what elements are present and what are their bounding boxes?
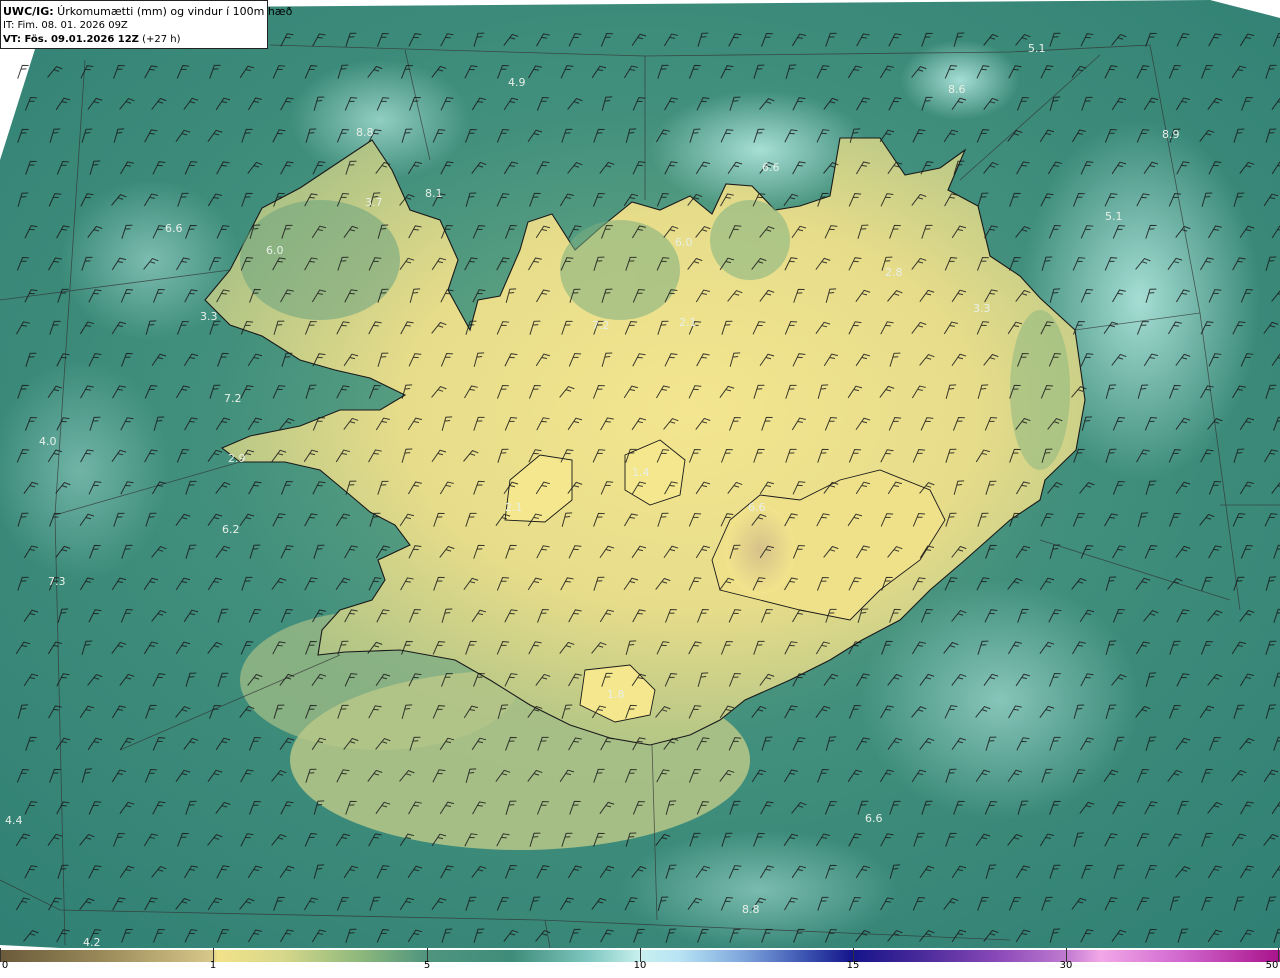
map-value-label: 6.6 xyxy=(865,812,883,825)
colorbar-tick-label: 5 xyxy=(423,960,431,971)
map-value-label: 8.9 xyxy=(1162,128,1180,141)
map-value-label: 1.4 xyxy=(632,466,650,479)
map-area[interactable]: 5.1 4.9 8.6 8.9 8.8 6.6 3.7 8.1 5.1 6.6 6.0 6.0 2.8 3… xyxy=(0,0,1280,948)
map-value-label: 4.2 xyxy=(83,936,101,948)
map-value-label: 7.2 xyxy=(224,392,242,405)
map-value-label: 3.3 xyxy=(973,302,991,315)
precipitation-map: 5.1 4.9 8.6 8.9 8.8 6.6 3.7 8.1 5.1 6.6 6.0 6.0 2.8 3… xyxy=(0,0,1280,948)
map-value-label: 2.8 xyxy=(885,266,903,279)
map-value-label: 2.1 xyxy=(679,316,697,329)
valid-time: VT: Fös. 09.01.2026 12Z xyxy=(3,34,139,45)
colorbar-tick-label: 30 xyxy=(1059,960,1073,971)
map-value-label: 8.8 xyxy=(742,903,760,916)
map-value-label: 6.6 xyxy=(762,161,780,174)
map-value-label: 6.2 xyxy=(222,523,240,536)
colorbar-tick-label: 15 xyxy=(846,960,860,971)
initial-time: IT: Fim. 08. 01. 2026 09Z xyxy=(3,20,128,31)
map-value-label: 5.1 xyxy=(1028,42,1046,55)
colorbar-tick-label: 10 xyxy=(633,960,647,971)
map-value-label: 8.8 xyxy=(356,126,374,139)
colorbar-tick-label: 1 xyxy=(209,960,217,971)
map-value-label: 6.0 xyxy=(266,244,284,257)
map-value-label: 4.0 xyxy=(39,435,57,448)
forecast-lead: (+27 h) xyxy=(138,34,181,45)
map-value-label: 2.9 xyxy=(228,452,246,465)
map-value-label: 5.1 xyxy=(1105,210,1123,223)
map-value-label: 6.6 xyxy=(748,501,766,514)
map-value-label: 8.1 xyxy=(425,187,443,200)
map-value-label: 4.9 xyxy=(508,76,526,89)
map-value-label: 6.6 xyxy=(165,222,183,235)
map-title: Úrkomumætti (mm) og vindur í 100m hæð xyxy=(53,5,293,18)
map-value-label: 8.6 xyxy=(948,83,966,96)
map-info-box: UWC/IG: Úrkomumætti (mm) og vindur í 100… xyxy=(0,0,292,49)
map-value-label: 3.3 xyxy=(200,310,218,323)
colorbar-tick-label: 0 xyxy=(1,960,9,971)
map-value-label: 2.1 xyxy=(505,501,523,514)
map-value-label: 1.8 xyxy=(607,688,625,701)
colorbar-tick-label: 50 xyxy=(1265,960,1279,971)
map-value-label: 7.3 xyxy=(48,575,66,588)
map-value-label: 4.4 xyxy=(5,814,23,827)
model-code: UWC/IG: xyxy=(3,5,54,18)
map-value-label: 3.7 xyxy=(365,196,383,209)
colorbar: 0 1 5 10 15 30 50 xyxy=(0,948,1280,978)
map-value-label: 6.0 xyxy=(675,236,693,249)
map-value-label: 7.2 xyxy=(592,319,610,332)
